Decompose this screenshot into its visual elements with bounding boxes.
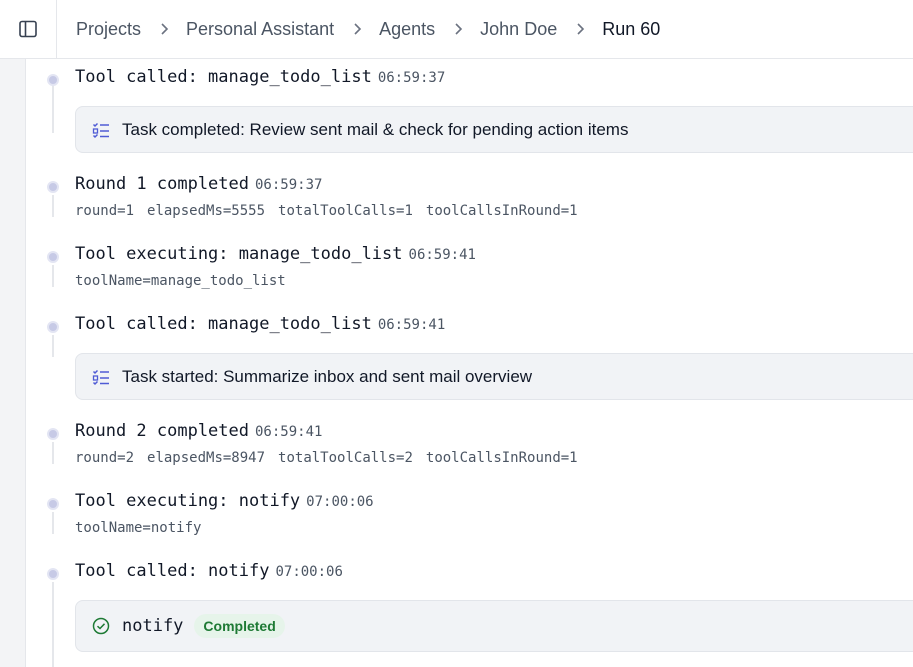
timeline-connector xyxy=(52,582,54,667)
event-time: 06:59:41 xyxy=(255,424,323,440)
timeline-dot xyxy=(47,181,59,193)
event-title: Tool executing: manage_todo_list 06:59:41 xyxy=(75,244,476,264)
breadcrumb: Projects Personal Assistant Agents John … xyxy=(57,19,660,40)
event-time: 06:59:37 xyxy=(255,177,323,193)
timeline-dot xyxy=(47,498,59,510)
timeline-connector xyxy=(52,265,54,287)
timeline-dot xyxy=(47,568,59,580)
chevron-right-icon xyxy=(453,22,463,36)
timeline-connector xyxy=(52,335,54,357)
task-card: Task completed: Review sent mail & check… xyxy=(75,106,913,153)
timeline-dot xyxy=(47,74,59,86)
chevron-right-icon xyxy=(575,22,585,36)
event-time: 06:59:41 xyxy=(377,317,446,333)
breadcrumb-agents[interactable]: Agents xyxy=(379,19,435,40)
breadcrumb-projects[interactable]: Projects xyxy=(76,19,141,40)
event-time: 06:59:41 xyxy=(408,247,476,263)
timeline-dot xyxy=(47,321,59,333)
event-time: 07:00:06 xyxy=(275,564,343,580)
check-circle-icon xyxy=(92,617,110,635)
event-meta: toolName=notify xyxy=(75,520,202,536)
status-badge: Completed xyxy=(194,614,285,638)
timeline-connector xyxy=(52,442,54,464)
sidebar-toggle-button[interactable] xyxy=(0,0,57,58)
timeline-connector xyxy=(52,84,54,133)
event-meta: round=2 elapsedMs=8947 totalToolCalls=2 too… xyxy=(75,450,578,466)
notify-result-card: notify Completed xyxy=(75,600,913,652)
timeline-dot xyxy=(47,251,59,263)
event-meta: round=1 elapsedMs=5555 totalToolCalls=1 too… xyxy=(75,203,578,219)
checklist-icon xyxy=(92,121,110,139)
event-title: Tool called: notify 07:00:06 xyxy=(75,561,343,581)
event-title: Tool called: manage_todo_list 06:59:37 xyxy=(75,67,446,87)
event-meta: toolName=manage_todo_list xyxy=(75,273,286,289)
header: Projects Personal Assistant Agents John … xyxy=(0,0,913,59)
task-card-text: Task started: Summarize inbox and sent m… xyxy=(122,366,533,386)
breadcrumb-agent[interactable]: John Doe xyxy=(480,19,557,40)
event-timeline: Tool called: manage_todo_list 06:59:37 Ta… xyxy=(0,59,913,667)
event-title: Round 1 completed 06:59:37 xyxy=(75,174,323,194)
event-title: Round 2 completed 06:59:41 xyxy=(75,421,323,441)
chevron-right-icon xyxy=(352,22,362,36)
event-title: Tool called: manage_todo_list 06:59:41 xyxy=(75,314,446,334)
sidebar-icon xyxy=(19,20,37,38)
event-time: 06:59:37 xyxy=(377,70,446,86)
task-card-text: Task completed: Review sent mail & check… xyxy=(122,119,629,139)
event-title: Tool executing: notify 07:00:06 xyxy=(75,491,374,511)
chevron-right-icon xyxy=(159,22,169,36)
timeline-dot xyxy=(47,428,59,440)
checklist-icon xyxy=(92,368,110,386)
breadcrumb-current-run: Run 60 xyxy=(602,18,661,39)
notify-label: notify xyxy=(122,616,184,636)
timeline-connector xyxy=(52,195,54,217)
timeline-connector xyxy=(52,512,54,534)
breadcrumb-project[interactable]: Personal Assistant xyxy=(186,19,334,40)
event-time: 07:00:06 xyxy=(306,494,374,510)
task-card: Task started: Summarize inbox and sent m… xyxy=(75,353,913,400)
